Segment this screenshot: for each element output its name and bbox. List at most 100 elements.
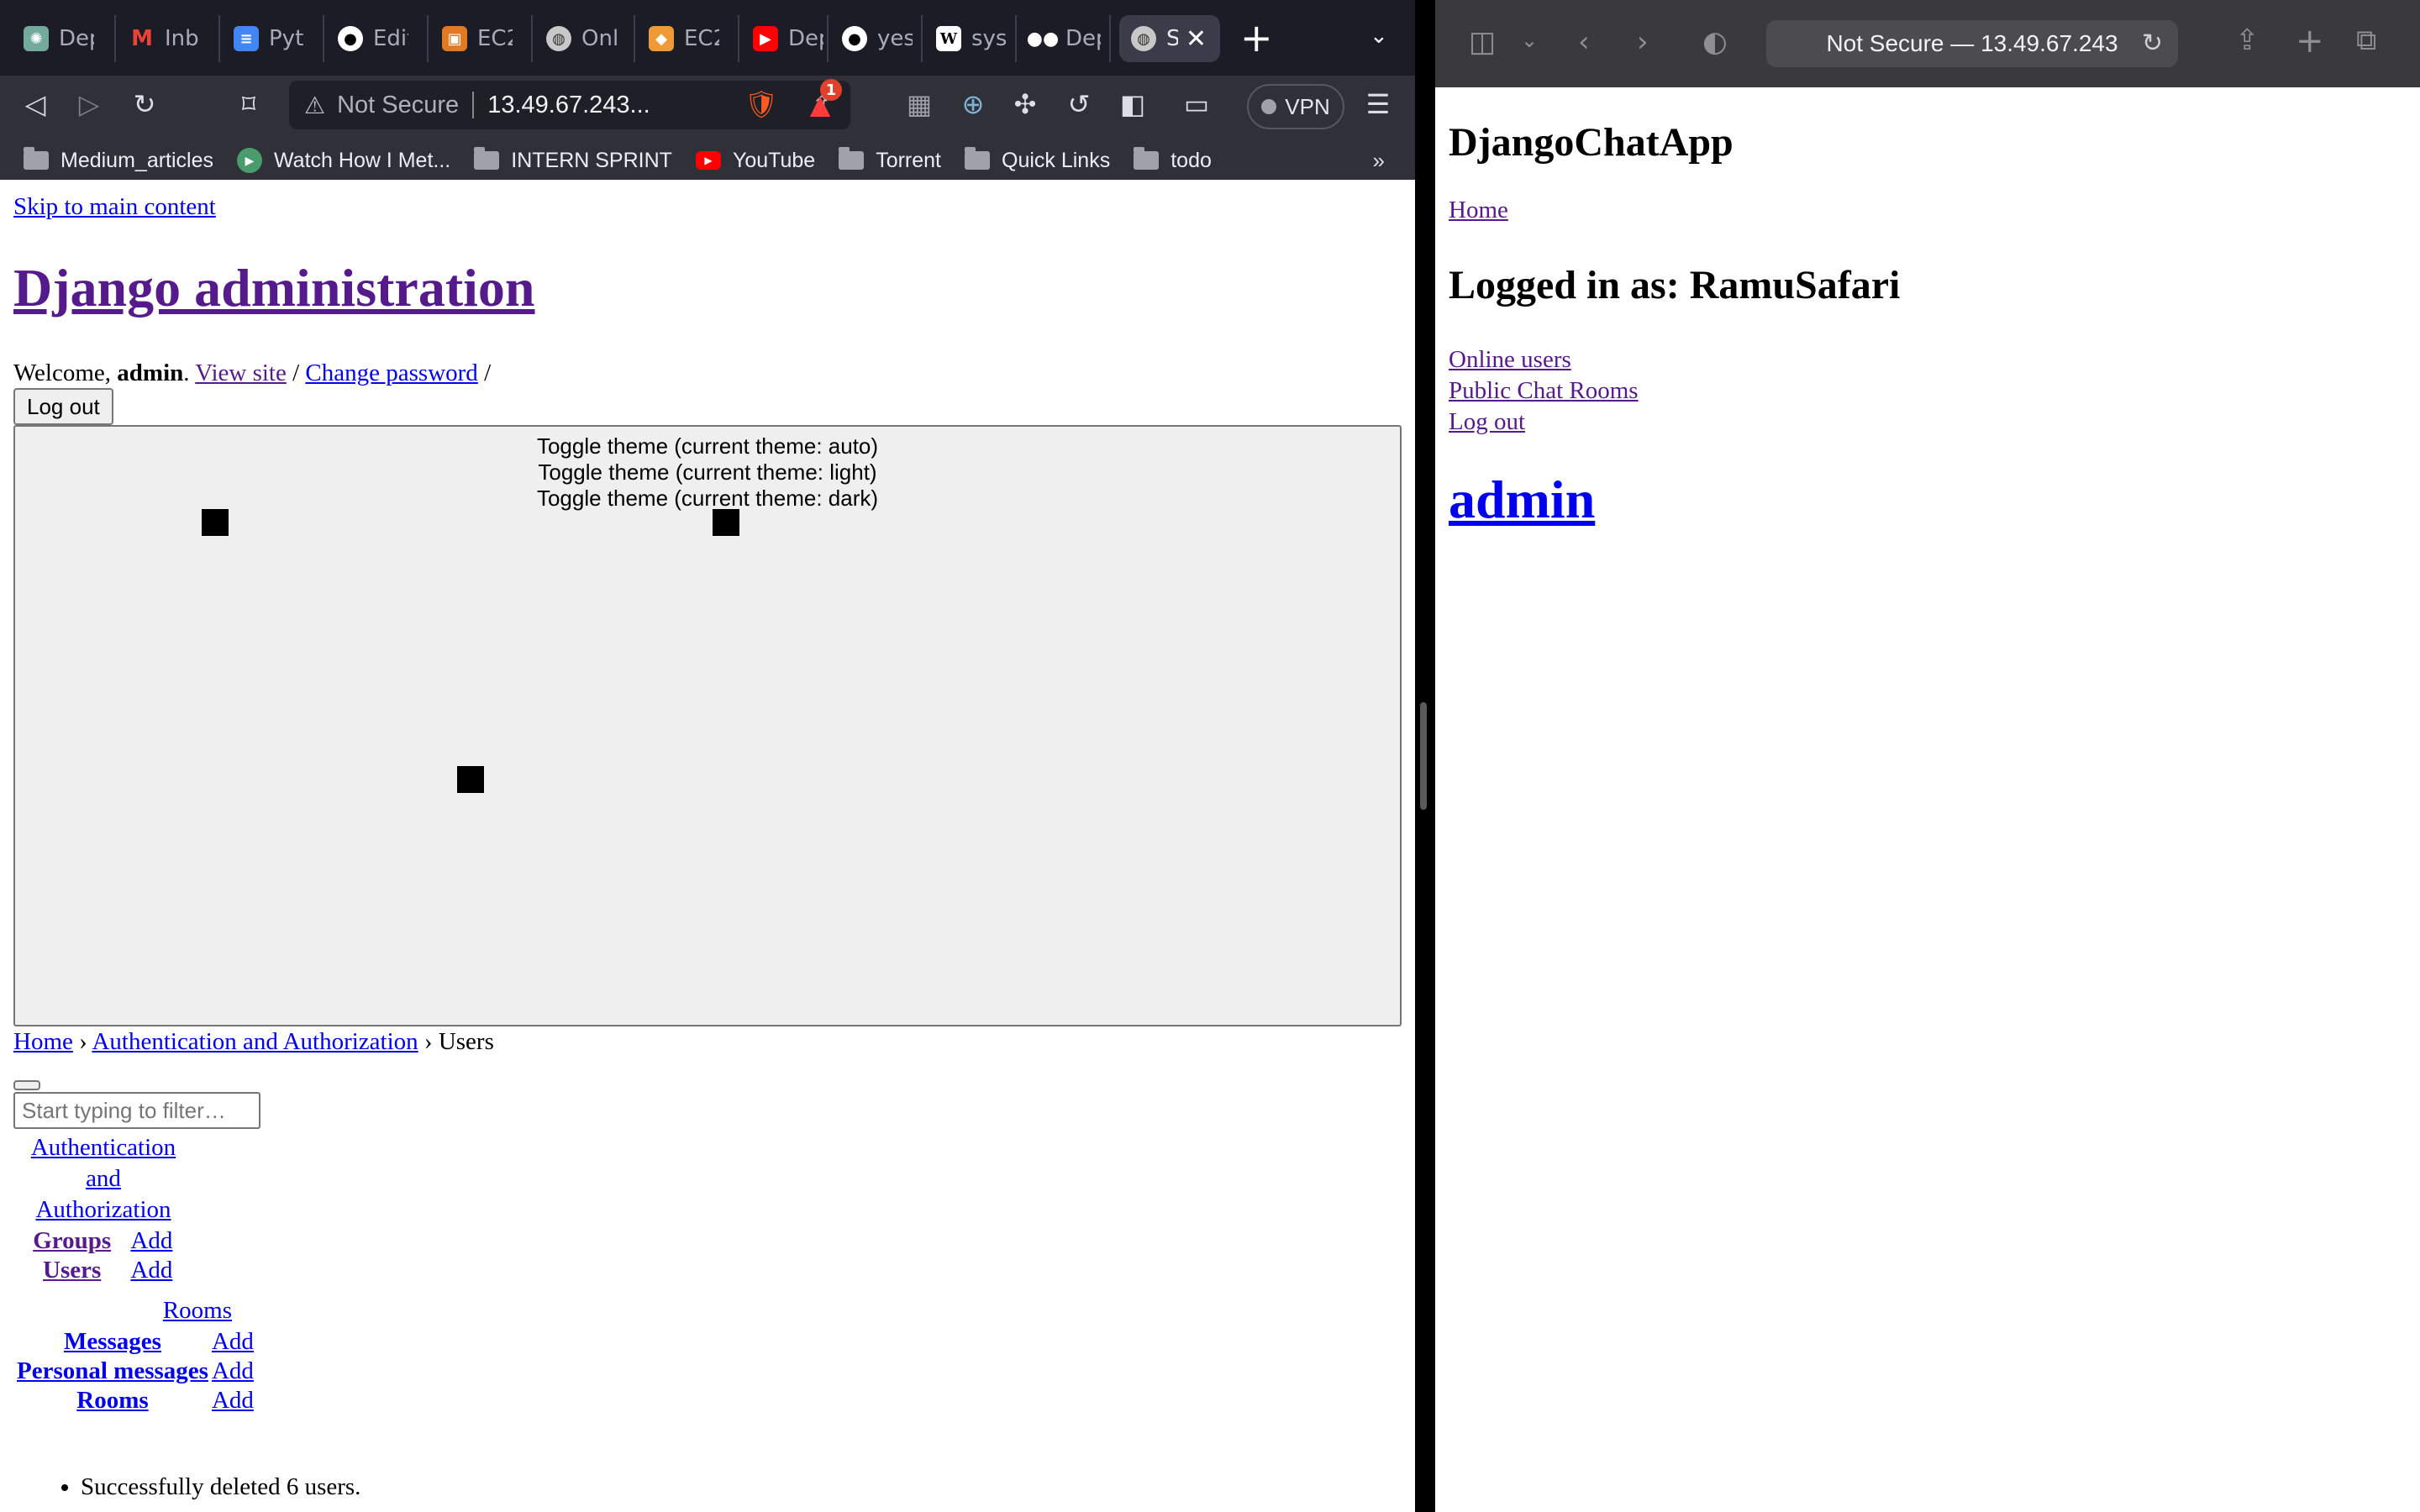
tab-github-edit[interactable]: ● Editi [326,15,429,62]
tab-wikipedia[interactable]: W syst [924,15,1017,62]
brave-toolbar: ◁ ▷ ↻ ⌑ ⚠ Not Secure 13.49.67.243... ⇪ 🛡… [0,76,1415,188]
bookmark-todo[interactable]: todo [1134,147,1212,173]
tab-youtube[interactable]: ▶ Dep [741,15,829,62]
github-icon: ● [338,26,363,51]
rewards-badge: 1 [820,79,842,101]
privacy-shield-icon[interactable]: ◐ [1702,25,1728,59]
tab-google-docs[interactable]: ≡ Pyth [222,15,324,62]
nav-filter-input[interactable] [13,1092,260,1129]
tab-online[interactable]: ◍ Onli [534,15,635,62]
close-tab-icon[interactable]: ✕ [1186,24,1207,54]
username: admin [117,360,184,386]
breadcrumb-separator: › [424,1028,433,1055]
tab-ec2-2[interactable]: ◆ EC2 [637,15,739,62]
theme-toggle-light-label: Toggle theme (current theme: light) [538,459,877,485]
skip-to-content-link[interactable]: Skip to main content [13,193,216,221]
view-site-link[interactable]: View site [195,360,287,386]
app-auth-link[interactable]: Authentication and Authorization [19,1132,187,1226]
add-user-link[interactable]: Add [130,1257,172,1284]
bookmark-label: Torrent [876,148,941,172]
bookmark-quick-links[interactable]: Quick Links [965,147,1110,173]
add-group-link[interactable]: Add [130,1227,172,1254]
model-personal-messages-link[interactable]: Personal messages [17,1357,208,1384]
user-links: Online users Public Chat Rooms Log out [1449,344,1639,438]
add-message-link[interactable]: Add [212,1328,254,1355]
bookmark-youtube[interactable]: ▶ YouTube [695,149,815,173]
new-tab-icon[interactable]: + [2296,22,2324,60]
youtube-icon: ▶ [753,26,778,51]
extension-photo-icon[interactable]: ▦ [901,86,938,123]
extension-search-icon[interactable]: ⊕ [955,86,992,123]
play-icon: ▶ [237,148,263,173]
bookmark-label: INTERN SPRINT [511,148,672,172]
forward-icon[interactable]: ▷ [71,86,108,123]
sidebar-icon[interactable]: ◫ [1469,25,1496,59]
medium-icon: ●● [1026,28,1060,50]
nav-sidebar-toggle-button[interactable] [13,1080,40,1090]
model-users-link[interactable]: Users [43,1257,101,1284]
tab-label: yesh [877,26,913,51]
add-personal-message-link[interactable]: Add [212,1357,254,1384]
bookmark-torrent[interactable]: Torrent [839,147,941,173]
theme-toggle-button[interactable]: Toggle theme (current theme: auto) Toggl… [13,425,1402,1026]
home-link[interactable]: Home [1449,197,1508,224]
folder-icon [965,147,990,170]
tab-label: Depl [59,26,94,51]
site-title-link[interactable]: Django administration [13,258,535,318]
share-icon[interactable]: ⇪ [2235,24,2260,57]
tab-overview-icon[interactable]: ⧉ [2356,24,2376,57]
bookmark-icon[interactable]: ⌑ [230,86,267,123]
app-title: DjangoChatApp [1449,120,1733,165]
menu-hamburger-icon[interactable]: ☰ [1360,86,1397,123]
url-text: 13.49.67.243... [487,91,650,118]
new-tab-button[interactable]: + [1240,18,1273,57]
split-view-grip[interactable] [1420,702,1427,810]
tab-medium[interactable]: ●● Dep [1018,15,1111,62]
tab-active-site[interactable]: ◍ S ✕ [1119,15,1220,62]
brave-shields-icon[interactable]: 🛡 [743,86,780,123]
extension-sync-icon[interactable]: ↺ [1060,86,1097,123]
logout-link[interactable]: Log out [1449,407,1639,438]
tab-chatgpt[interactable]: ✺ Depl [12,15,116,62]
bookmark-medium-articles[interactable]: Medium_articles [24,147,213,173]
reload-icon[interactable]: ↻ [2142,29,2163,58]
folder-icon [839,147,865,170]
tab-search-chevron-icon[interactable]: ⌄ [1370,24,1388,49]
extensions-puzzle-icon[interactable]: ✣ [1007,86,1044,123]
public-chat-rooms-link[interactable]: Public Chat Rooms [1449,375,1639,407]
app-rooms-link[interactable]: Rooms [163,1297,232,1324]
model-row: Messages Add [17,1328,254,1356]
tab-ec2[interactable]: ▣ EC2 [430,15,533,62]
online-users-link[interactable]: Online users [1449,344,1639,375]
tab-github-yesh[interactable]: ● yesh [830,15,923,62]
sidebar-toggle-icon[interactable]: ◧ [1114,86,1151,123]
breadcrumb-home-link[interactable]: Home [13,1028,73,1055]
tab-gmail[interactable]: M Inbo [118,15,220,62]
vpn-button[interactable]: VPN [1247,84,1344,129]
wallet-icon[interactable]: ▭ [1178,86,1215,123]
aws-box-icon: ◆ [649,26,674,51]
chevron-down-icon[interactable]: ⌄ [1521,29,1538,52]
add-room-link[interactable]: Add [212,1387,254,1414]
breadcrumb-auth-link[interactable]: Authentication and Authorization [92,1028,418,1055]
forward-icon[interactable]: › [1637,25,1649,59]
logout-button[interactable]: Log out [13,388,113,425]
change-password-link[interactable]: Change password [305,360,477,386]
model-rooms-link[interactable]: Rooms [76,1387,148,1414]
bookmarks-overflow-chevron-icon[interactable]: » [1373,148,1385,174]
address-bar[interactable]: Not Secure — 13.49.67.243 ↻ [1766,20,2178,67]
admin-link[interactable]: admin [1449,469,1595,531]
model-messages-link[interactable]: Messages [64,1328,161,1355]
model-groups-link[interactable]: Groups [33,1227,111,1254]
bookmark-watch-himym[interactable]: ▶ Watch How I Met... [237,148,450,173]
folder-icon [1134,147,1160,170]
globe-icon: ◍ [1131,26,1156,51]
brave-browser-window: ✺ Depl M Inbo ≡ Pyth ● Editi ▣ EC2 ◍ Onl… [0,0,1415,1512]
reload-icon[interactable]: ↻ [126,86,163,123]
back-icon[interactable]: ◁ [17,86,54,123]
breadcrumb-separator: › [79,1028,87,1055]
bookmark-intern-sprint[interactable]: INTERN SPRINT [474,147,672,173]
model-row: Users Add [17,1257,190,1284]
globe-icon: ◍ [546,26,571,51]
back-icon[interactable]: ‹ [1578,25,1590,59]
